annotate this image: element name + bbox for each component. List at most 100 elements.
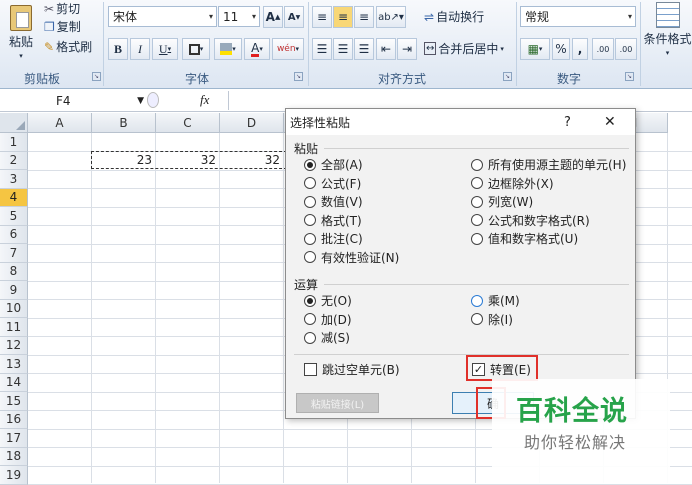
brush-icon: ✎ bbox=[44, 39, 55, 54]
op-right-radio[interactable]: 乘(M) bbox=[471, 292, 520, 309]
cell-d2[interactable]: 32 bbox=[220, 153, 280, 167]
shrink-font-button[interactable]: A ▼ bbox=[284, 6, 304, 28]
row-header[interactable]: 9 bbox=[0, 281, 28, 300]
radio-button bbox=[471, 177, 483, 189]
increase-indent-button[interactable]: ⇥ bbox=[397, 38, 417, 60]
row-header[interactable]: 13 bbox=[0, 355, 28, 374]
operation-section-label: 运算 bbox=[294, 278, 319, 292]
row-header[interactable]: 19 bbox=[0, 466, 28, 485]
align-bottom-button[interactable]: ≡ bbox=[354, 6, 374, 28]
column-header[interactable]: B bbox=[92, 113, 156, 133]
paste-left-radio[interactable]: 数值(V) bbox=[304, 193, 363, 210]
clipboard-launcher-icon[interactable]: ↘ bbox=[92, 72, 101, 81]
close-icon[interactable]: ✕ bbox=[604, 114, 616, 130]
grow-font-button[interactable]: A ▲ bbox=[263, 6, 283, 28]
decrease-decimal-button[interactable]: .00 bbox=[615, 38, 637, 60]
row-header[interactable]: 5 bbox=[0, 207, 28, 226]
align-top-button[interactable]: ≡ bbox=[312, 6, 332, 28]
row-header[interactable]: 1 bbox=[0, 133, 28, 152]
row-header[interactable]: 14 bbox=[0, 373, 28, 392]
row-header[interactable]: 11 bbox=[0, 318, 28, 337]
align-center-button[interactable]: ☰ bbox=[333, 38, 353, 60]
paste-left-radio[interactable]: 格式(T) bbox=[304, 212, 362, 229]
select-all-corner[interactable] bbox=[0, 113, 28, 133]
orientation-button[interactable]: ab↗▾ bbox=[376, 6, 406, 28]
skip-blanks-checkbox[interactable]: 跳过空单元(B) bbox=[304, 361, 400, 378]
align-launcher-icon[interactable]: ↘ bbox=[503, 72, 512, 81]
row-header[interactable]: 7 bbox=[0, 244, 28, 263]
paste-left-radio[interactable]: 全部(A) bbox=[304, 156, 363, 173]
row-header[interactable]: 10 bbox=[0, 299, 28, 318]
divider bbox=[324, 284, 629, 285]
paste-right-radio[interactable]: 值和数字格式(U) bbox=[471, 230, 578, 247]
paste-right-radio[interactable]: 所有使用源主题的单元(H) bbox=[471, 156, 626, 173]
radio-button bbox=[471, 195, 483, 208]
border-icon bbox=[188, 43, 200, 55]
op-left-radio[interactable]: 无(O) bbox=[304, 292, 352, 309]
increase-decimal-button[interactable]: .00 bbox=[592, 38, 614, 60]
paste-button[interactable]: 粘贴 ▾ bbox=[4, 0, 38, 64]
paste-right-radio[interactable]: 列宽(W) bbox=[471, 193, 533, 210]
cell-c2[interactable]: 32 bbox=[156, 153, 216, 167]
help-button[interactable]: ? bbox=[564, 115, 571, 130]
percent-button[interactable]: % bbox=[552, 38, 570, 60]
row-header[interactable]: 12 bbox=[0, 336, 28, 355]
copy-button[interactable]: ❐ 复制 bbox=[44, 18, 81, 35]
wrap-text-button[interactable]: ⇌ 自动换行 bbox=[424, 8, 484, 25]
paste-left-radio[interactable]: 批注(C) bbox=[304, 230, 363, 247]
currency-button[interactable]: ▦ ▾ bbox=[520, 38, 550, 60]
paste-right-radio[interactable]: 边框除外(X) bbox=[471, 175, 554, 192]
decrease-indent-button[interactable]: ⇤ bbox=[376, 38, 396, 60]
phonetic-button[interactable]: wén ▾ bbox=[272, 38, 304, 60]
column-header[interactable]: C bbox=[156, 113, 220, 133]
font-size-select[interactable]: 11 ▾ bbox=[218, 6, 260, 27]
cell-b2[interactable]: 23 bbox=[92, 153, 152, 167]
italic-button[interactable]: I bbox=[130, 38, 150, 60]
row-header[interactable]: 6 bbox=[0, 225, 28, 244]
conditional-format-button[interactable]: 条件格式 ▾ bbox=[643, 2, 692, 57]
fill-color-button[interactable]: ​▾ bbox=[214, 38, 242, 60]
wrap-text-icon: ⇌ bbox=[424, 9, 435, 24]
formula-bar-resize-handle[interactable] bbox=[147, 92, 159, 108]
row-header[interactable]: 8 bbox=[0, 262, 28, 281]
row-header[interactable]: 15 bbox=[0, 392, 28, 411]
bold-button[interactable]: B bbox=[108, 38, 128, 60]
font-color-button[interactable]: A ▾ bbox=[244, 38, 270, 60]
divider bbox=[103, 2, 104, 86]
row-header[interactable]: 2 bbox=[0, 151, 28, 170]
number-format-select[interactable]: 常规 ▾ bbox=[520, 6, 636, 27]
align-right-button[interactable]: ☰ bbox=[354, 38, 374, 60]
radio-button bbox=[471, 294, 483, 307]
op-left-radio[interactable]: 减(S) bbox=[304, 329, 350, 346]
row-header[interactable]: 4 bbox=[0, 188, 28, 207]
row-header[interactable]: 18 bbox=[0, 447, 28, 466]
row-header[interactable]: 16 bbox=[0, 410, 28, 429]
name-box[interactable]: F4 ▼ bbox=[30, 91, 146, 110]
dialog-title-bar: 选择性粘贴 ? ✕ bbox=[286, 109, 635, 135]
merge-center-button[interactable]: ↔ 合并后居中 ▾ bbox=[424, 40, 504, 57]
align-middle-button[interactable]: ≡ bbox=[333, 6, 353, 28]
format-painter-button[interactable]: ✎ 格式刷 bbox=[44, 38, 92, 55]
border-button[interactable]: ▾ bbox=[182, 38, 210, 60]
op-right-radio[interactable]: 除(I) bbox=[471, 311, 513, 328]
fx-icon[interactable]: fx bbox=[200, 92, 209, 108]
underline-button[interactable]: U ▾ bbox=[152, 38, 178, 60]
paste-left-radio[interactable]: 有效性验证(N) bbox=[304, 249, 399, 266]
currency-icon: ▦ bbox=[527, 42, 539, 56]
op-left-radio[interactable]: 加(D) bbox=[304, 311, 352, 328]
number-launcher-icon[interactable]: ↘ bbox=[625, 72, 634, 81]
paste-right-radio[interactable]: 公式和数字格式(R) bbox=[471, 212, 590, 229]
font-launcher-icon[interactable]: ↘ bbox=[294, 72, 303, 81]
radio-button bbox=[304, 313, 316, 325]
column-header[interactable]: A bbox=[28, 113, 92, 133]
column-header[interactable]: D bbox=[220, 113, 284, 133]
align-left-button[interactable]: ☰ bbox=[312, 38, 332, 60]
comma-button[interactable]: , bbox=[572, 38, 588, 60]
fill-bucket-icon: ​ bbox=[220, 43, 233, 55]
paste-left-radio[interactable]: 公式(F) bbox=[304, 175, 361, 192]
font-name-select[interactable]: 宋体 ▾ bbox=[108, 6, 217, 27]
radio-button bbox=[471, 313, 483, 325]
cut-button[interactable]: ✂ 剪切 bbox=[44, 0, 80, 17]
row-header[interactable]: 17 bbox=[0, 429, 28, 448]
row-header[interactable]: 3 bbox=[0, 170, 28, 189]
